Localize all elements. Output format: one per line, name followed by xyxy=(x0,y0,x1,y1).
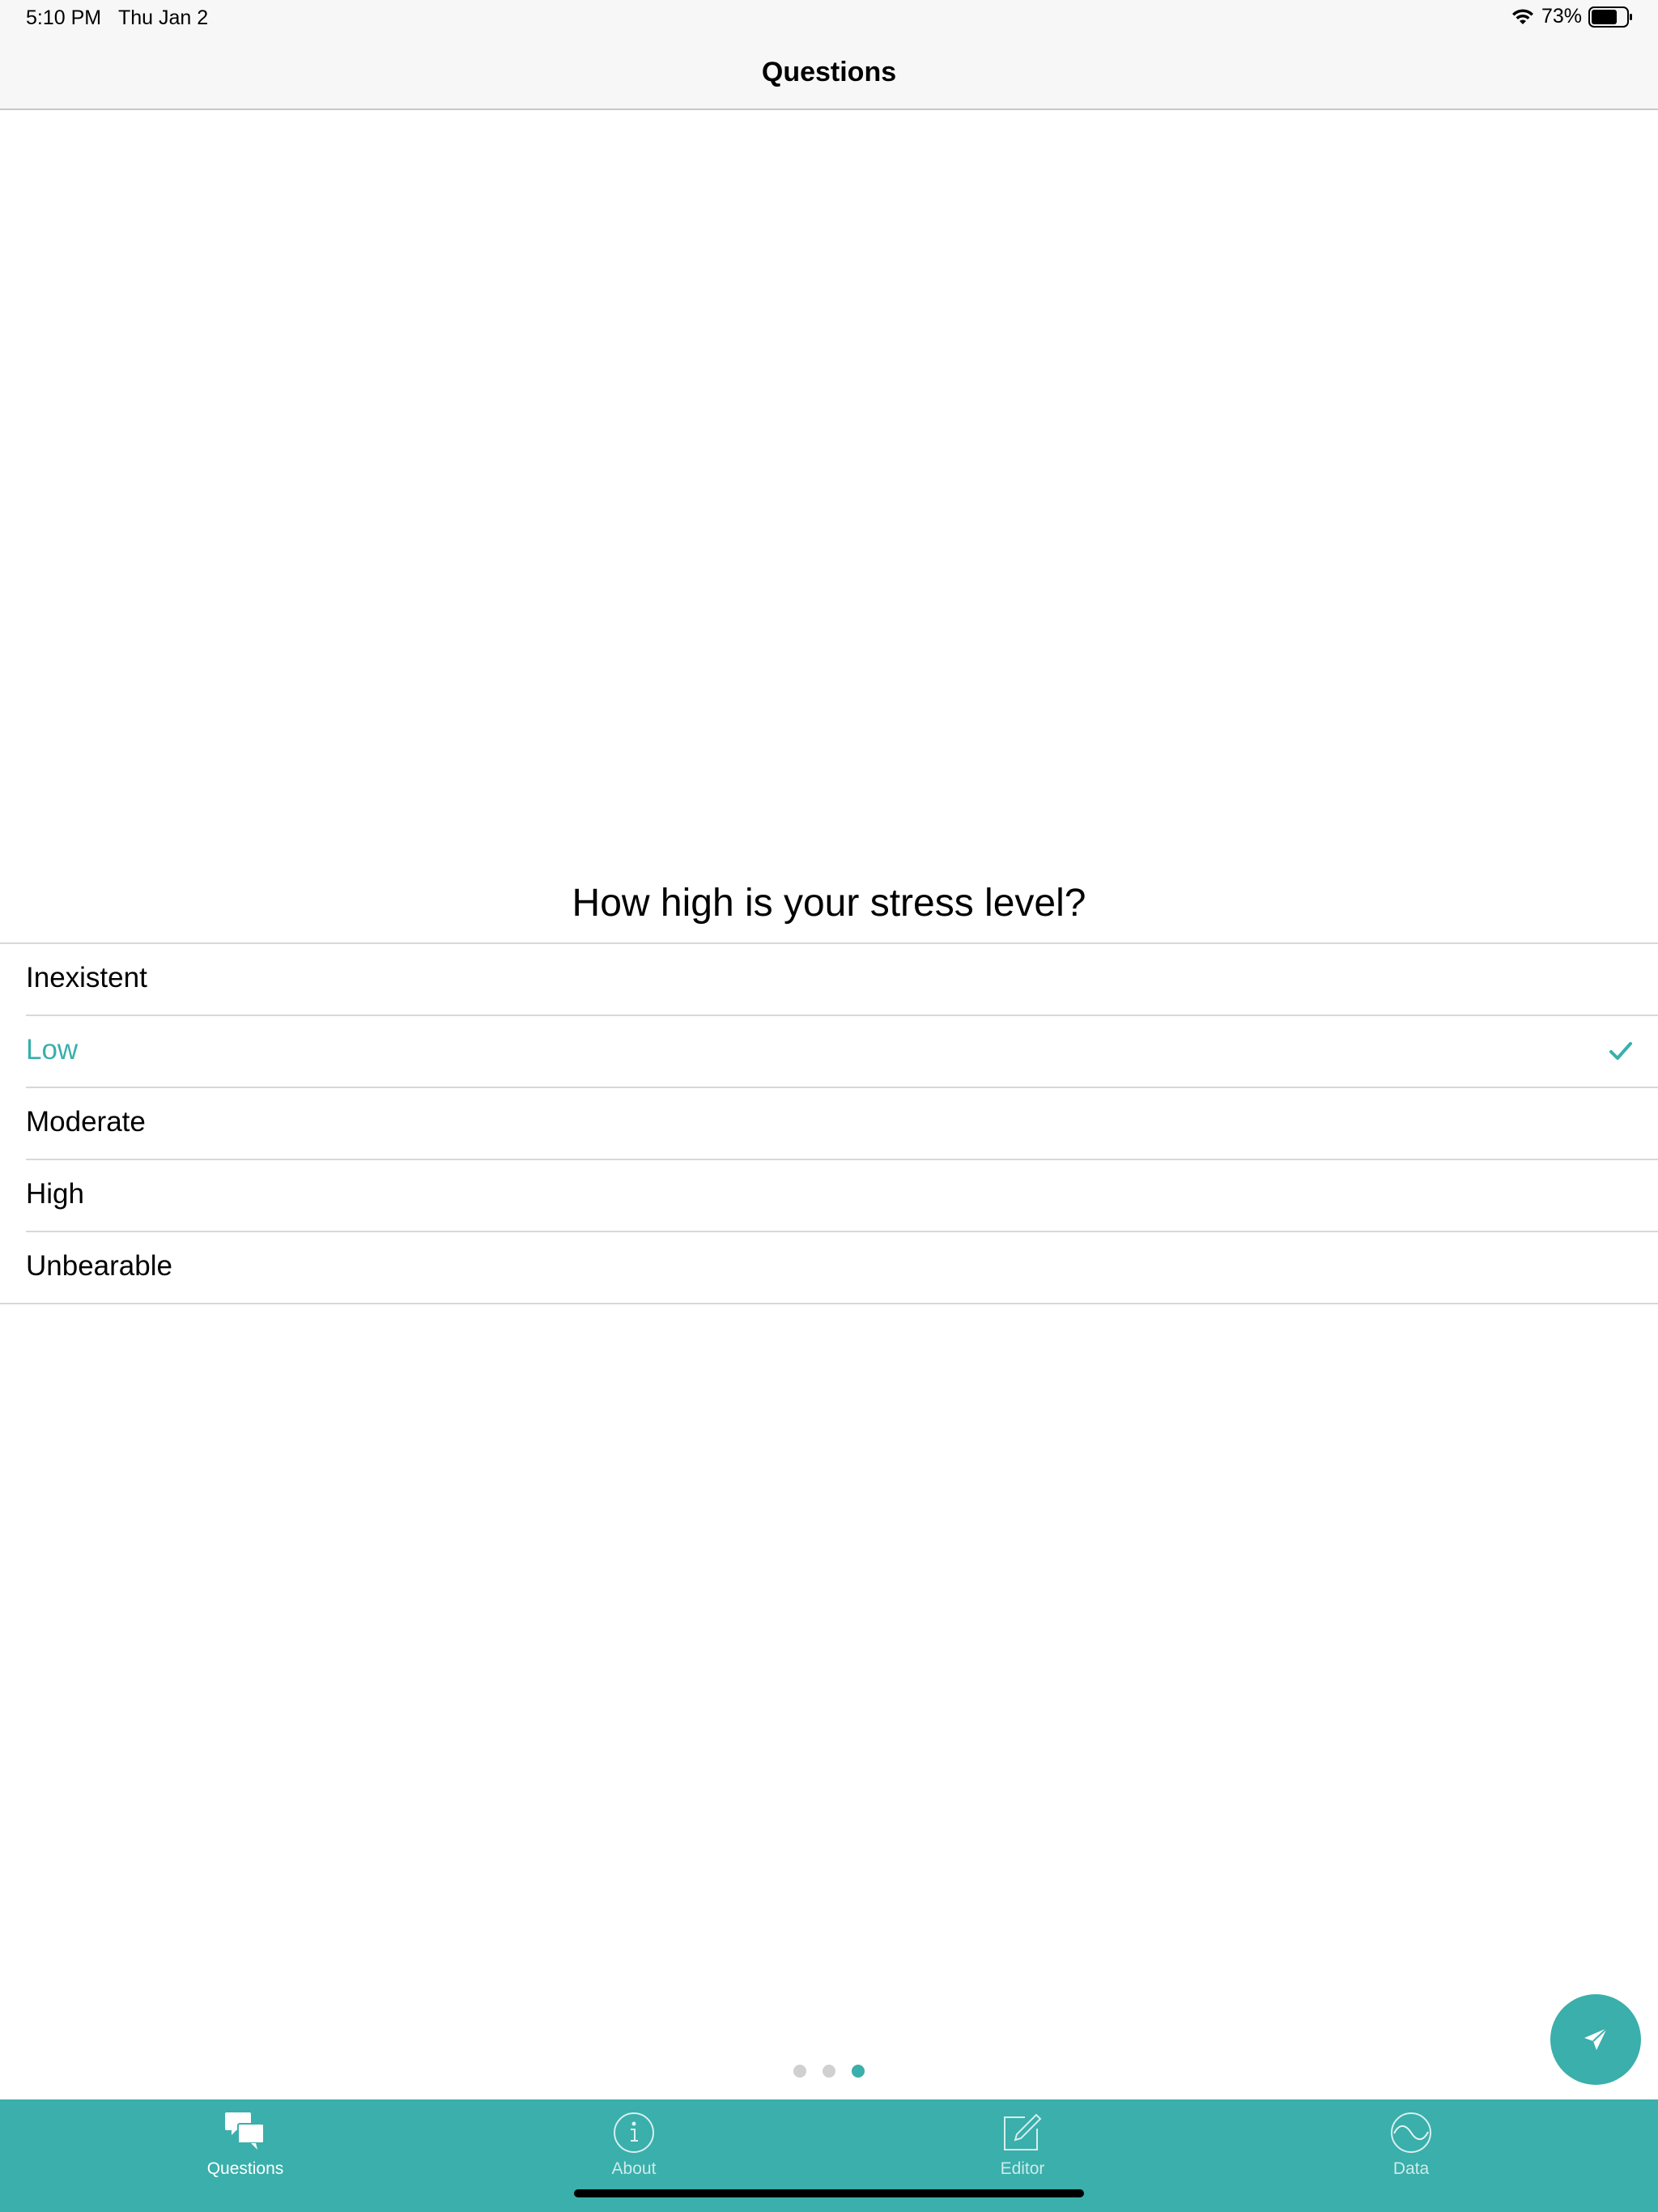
option-unbearable[interactable]: Unbearable xyxy=(0,1232,1658,1304)
page-dot-3[interactable] xyxy=(852,2065,865,2078)
option-moderate[interactable]: Moderate xyxy=(26,1088,1658,1160)
page-dot-2[interactable] xyxy=(823,2065,835,2078)
option-label: Moderate xyxy=(26,1106,146,1138)
question-text: How high is your stress level? xyxy=(572,882,1086,925)
tab-data[interactable]: Data xyxy=(1330,2099,1492,2197)
navigation-bar: Questions xyxy=(0,39,1658,110)
checkmark-icon xyxy=(1609,1042,1632,1060)
option-label: Unbearable xyxy=(26,1250,172,1282)
home-indicator[interactable] xyxy=(574,2189,1084,2197)
option-inexistent[interactable]: Inexistent xyxy=(26,944,1658,1016)
option-low[interactable]: Low xyxy=(26,1016,1658,1088)
tab-label: Data xyxy=(1392,2159,1430,2178)
option-label: Inexistent xyxy=(26,962,147,993)
page-title: Questions xyxy=(761,57,897,87)
page-dot-1[interactable] xyxy=(793,2065,806,2078)
chat-bubbles-icon xyxy=(225,2112,265,2150)
info-icon xyxy=(614,2112,654,2153)
option-high[interactable]: High xyxy=(26,1160,1658,1232)
battery-percentage: 73% xyxy=(1541,5,1582,28)
edit-icon xyxy=(1004,2113,1042,2150)
tab-editor[interactable]: Editor xyxy=(942,2099,1103,2197)
page-indicator[interactable] xyxy=(0,2065,1658,2078)
tab-label: Editor xyxy=(1000,2159,1045,2178)
status-bar: 5:10 PM Thu Jan 2 73% xyxy=(0,0,1658,39)
status-indicators: 73% xyxy=(1511,5,1634,28)
tab-label: About xyxy=(611,2159,657,2178)
status-time: 5:10 PM xyxy=(26,6,102,29)
battery-icon xyxy=(1588,6,1632,28)
option-label: High xyxy=(26,1178,84,1210)
tab-about[interactable]: About xyxy=(553,2099,715,2197)
send-icon xyxy=(1584,2027,1608,2050)
option-label: Low xyxy=(26,1034,79,1066)
answer-options-list: Inexistent Low Moderate High Unbearable xyxy=(0,942,1658,1304)
wifi-icon xyxy=(1511,8,1533,24)
tab-questions[interactable]: Questions xyxy=(164,2099,326,2197)
tab-label: Questions xyxy=(206,2159,284,2178)
wave-icon xyxy=(1391,2112,1431,2153)
status-date: Thu Jan 2 xyxy=(118,6,209,29)
